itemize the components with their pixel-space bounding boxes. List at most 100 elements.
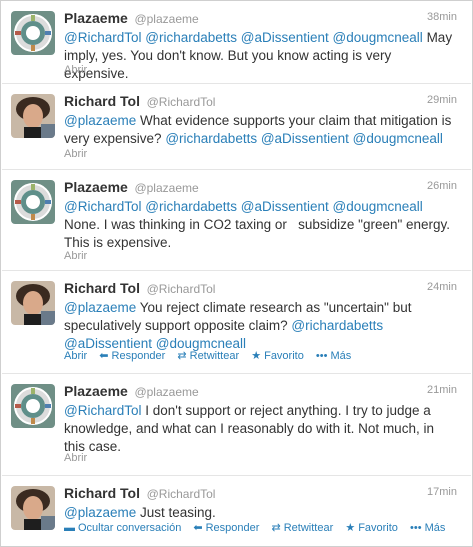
author-handle[interactable]: @plazaeme xyxy=(134,12,198,26)
author-name[interactable]: Plazaeme xyxy=(64,383,128,399)
timestamp[interactable]: 21min xyxy=(427,384,457,396)
author-name[interactable]: Richard Tol xyxy=(64,93,140,109)
reply-button[interactable]: ⬅ Responder xyxy=(99,349,165,362)
mention-link[interactable]: @dougmcneall xyxy=(353,131,443,146)
reply-icon: ⬅ xyxy=(193,522,203,534)
expand-link[interactable]: Abrir xyxy=(64,452,87,464)
mention-link[interactable]: @plazaeme xyxy=(64,300,136,315)
mention-link[interactable]: @aDissentient xyxy=(241,199,329,214)
mention-link[interactable]: @richardabetts xyxy=(145,199,237,214)
tweet-text: @plazaeme What evidence supports your cl… xyxy=(64,112,457,148)
tweet-actions: ▬ Ocultar conversación ⬅ Responder ⇄ Retwit… xyxy=(64,521,454,534)
author-name[interactable]: Richard Tol xyxy=(64,485,140,501)
reply-label: Responder xyxy=(111,350,166,362)
tweet-header: Richard Tol @RichardTol 24min xyxy=(64,280,457,298)
wheel-logo-icon xyxy=(11,180,55,224)
tweet-actions: Abrir ⬅ Responder ⇄ Retwittear ★ Favorito •… xyxy=(64,349,360,362)
tweet-item[interactable]: Richard Tol @RichardTol 17min @plazaeme … xyxy=(2,477,471,546)
timestamp[interactable]: 38min xyxy=(427,11,457,23)
reply-button[interactable]: ⬅ Responder xyxy=(193,521,259,534)
mention-link[interactable]: @aDissentient xyxy=(241,30,329,45)
tweet-actions: Abrir xyxy=(64,452,96,464)
tweet-item[interactable]: Plazaeme @plazaeme 26min @RichardTol @ri… xyxy=(2,171,471,271)
hide-conversation-button[interactable]: ▬ Ocultar conversación xyxy=(64,522,181,534)
timestamp[interactable]: 24min xyxy=(427,281,457,293)
retweet-label: Retwittear xyxy=(283,522,334,534)
favorite-button[interactable]: ★ Favorito xyxy=(345,521,398,534)
mention-link[interactable]: @RichardTol xyxy=(64,199,141,214)
portrait-icon xyxy=(11,94,55,138)
tweet-body: Just teasing. xyxy=(140,505,216,520)
more-button[interactable]: ••• Más xyxy=(410,522,445,534)
retweet-icon: ⇄ xyxy=(177,350,187,362)
tweet-header: Plazaeme @plazaeme 26min xyxy=(64,179,457,197)
mention-link[interactable]: @aDissentient xyxy=(261,131,349,146)
avatar[interactable] xyxy=(11,11,55,55)
retweet-button[interactable]: ⇄ Retwittear xyxy=(177,349,239,362)
author-name[interactable]: Plazaeme xyxy=(64,10,128,26)
retweet-button[interactable]: ⇄ Retwittear xyxy=(272,521,334,534)
tweet-text: @RichardTol @richardabetts @aDissentient… xyxy=(64,198,457,252)
mention-link[interactable]: @plazaeme xyxy=(64,113,136,128)
tweet-text: @plazaeme Just teasing. xyxy=(64,504,457,522)
tweet-actions: Abrir xyxy=(64,64,96,76)
mention-link[interactable]: @dougmcneall xyxy=(333,199,423,214)
tweet-text: @RichardTol @richardabetts @aDissentient… xyxy=(64,29,457,83)
portrait-icon xyxy=(11,486,55,530)
mention-link[interactable]: @dougmcneall xyxy=(333,30,423,45)
author-handle[interactable]: @plazaeme xyxy=(134,181,198,195)
more-dots-icon: ••• xyxy=(410,522,422,534)
retweet-icon: ⇄ xyxy=(271,522,281,534)
expand-link[interactable]: Abrir xyxy=(64,148,87,160)
mention-link[interactable]: @richardabetts xyxy=(145,30,237,45)
expand-link[interactable]: Abrir xyxy=(64,64,87,76)
mention-link[interactable]: @richardabetts xyxy=(291,318,383,333)
retweet-label: Retwittear xyxy=(189,350,240,362)
star-icon: ★ xyxy=(251,350,262,362)
author-name[interactable]: Richard Tol xyxy=(64,280,140,296)
star-icon: ★ xyxy=(345,522,356,534)
mention-link[interactable]: @richardabetts xyxy=(165,131,257,146)
tweet-item[interactable]: Plazaeme @plazaeme 21min @RichardTol I d… xyxy=(2,375,471,476)
avatar[interactable] xyxy=(11,486,55,530)
avatar[interactable] xyxy=(11,94,55,138)
tweet-item[interactable]: Plazaeme @plazaeme 38min @RichardTol @ri… xyxy=(2,2,471,84)
favorite-button[interactable]: ★ Favorito xyxy=(251,349,304,362)
more-label: Más xyxy=(330,350,352,362)
mention-link[interactable]: @plazaeme xyxy=(64,505,136,520)
expand-link[interactable]: Abrir xyxy=(64,350,87,362)
tweet-header: Plazaeme @plazaeme 38min xyxy=(64,10,457,28)
tweet-header: Richard Tol @RichardTol 17min xyxy=(64,485,457,503)
avatar[interactable] xyxy=(11,384,55,428)
expand-link[interactable]: Abrir xyxy=(64,250,87,262)
mention-link[interactable]: @RichardTol xyxy=(64,30,141,45)
avatar[interactable] xyxy=(11,180,55,224)
author-handle[interactable]: @RichardTol xyxy=(147,487,216,501)
mention-link[interactable]: @RichardTol xyxy=(64,403,141,418)
timestamp[interactable]: 29min xyxy=(427,94,457,106)
more-label: Más xyxy=(424,522,446,534)
avatar[interactable] xyxy=(11,281,55,325)
speech-bubble-icon: ▬ xyxy=(64,522,75,534)
tweet-item[interactable]: Richard Tol @RichardTol 24min @plazaeme … xyxy=(2,272,471,374)
hide-conversation-label: Ocultar conversación xyxy=(78,522,182,534)
author-handle[interactable]: @RichardTol xyxy=(147,282,216,296)
more-dots-icon: ••• xyxy=(315,350,328,362)
tweet-text: @RichardTol I don't support or reject an… xyxy=(64,402,457,456)
tweet-header: Plazaeme @plazaeme 21min xyxy=(64,383,457,401)
timestamp[interactable]: 17min xyxy=(427,486,457,498)
author-handle[interactable]: @RichardTol xyxy=(147,95,216,109)
favorite-label: Favorito xyxy=(264,350,304,362)
author-handle[interactable]: @plazaeme xyxy=(134,385,198,399)
timestamp[interactable]: 26min xyxy=(427,180,457,192)
tweet-actions: Abrir xyxy=(64,250,96,262)
conversation-panel: Plazaeme @plazaeme 38min @RichardTol @ri… xyxy=(0,0,473,547)
portrait-icon xyxy=(11,281,55,325)
author-name[interactable]: Plazaeme xyxy=(64,179,128,195)
more-button[interactable]: ••• Más xyxy=(316,350,351,362)
tweet-actions: Abrir xyxy=(64,148,96,160)
wheel-logo-icon xyxy=(11,384,55,428)
tweet-item[interactable]: Richard Tol @RichardTol 29min @plazaeme … xyxy=(2,85,471,170)
favorite-label: Favorito xyxy=(358,522,398,534)
tweet-text: @plazaeme You reject climate research as… xyxy=(64,299,457,353)
